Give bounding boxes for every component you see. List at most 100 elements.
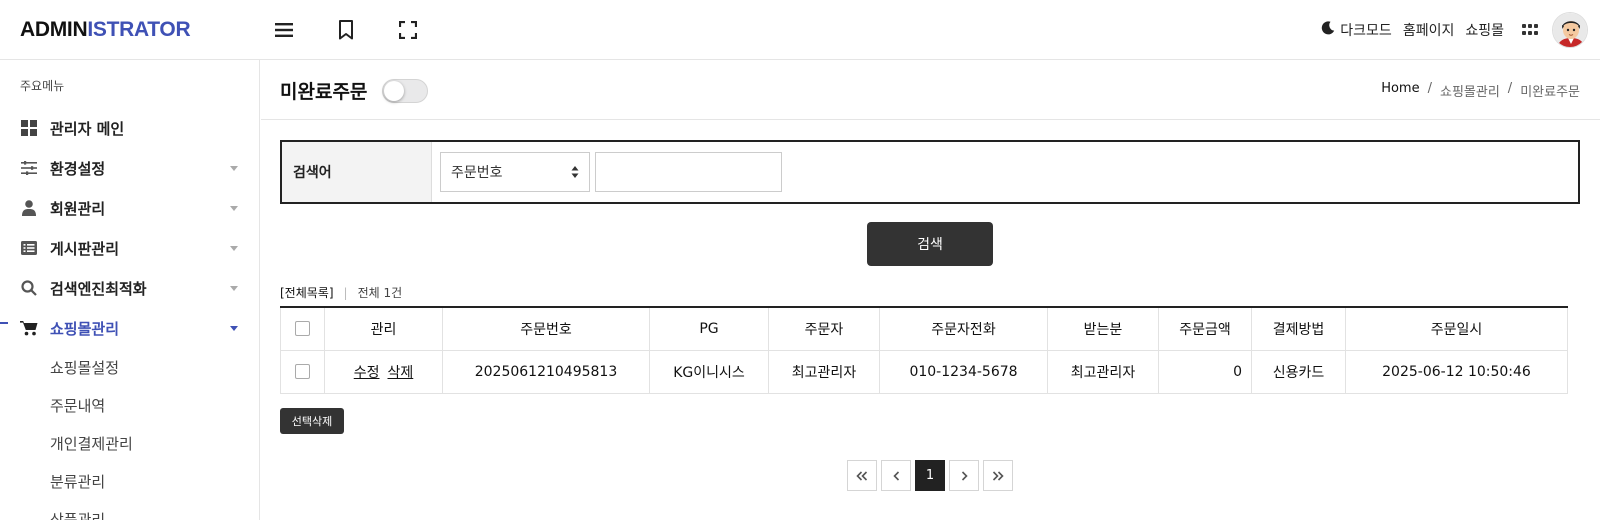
sidebar-item-settings[interactable]: 환경설정 [0, 150, 259, 186]
breadcrumb-shop[interactable]: 쇼핑몰관리 [1440, 81, 1500, 100]
sidebar-item-label: 게시판관리 [50, 239, 120, 258]
caret-down-icon [230, 286, 238, 291]
avatar[interactable] [1552, 12, 1588, 48]
sidebar-title: 주요메뉴 [20, 79, 65, 93]
caret-down-icon [230, 246, 238, 251]
submenu-products[interactable]: 상품관리 [50, 509, 105, 520]
logo-part-admin: ADMIN [20, 18, 88, 41]
submenu-order-history[interactable]: 주문내역 [50, 395, 105, 416]
sidebar-item-label: 관리자 메인 [50, 119, 125, 138]
breadcrumb-current: 미완료주문 [1520, 85, 1580, 100]
pg-cell: KG이니시스 [649, 349, 769, 394]
delete-link[interactable]: 삭제 [388, 365, 414, 381]
sort-arrows-icon [571, 165, 579, 183]
double-chevron-right-icon[interactable] [983, 460, 1013, 491]
list-icon [20, 239, 38, 257]
chevron-left-icon[interactable] [881, 460, 911, 491]
submenu-personal-payment[interactable]: 개인결제관리 [50, 433, 133, 454]
search-form: 검색어 주문번호 [280, 140, 1580, 204]
select-all-cell [280, 306, 325, 351]
breadcrumb-home[interactable]: Home [1381, 81, 1419, 100]
breadcrumb: Home / 쇼핑몰관리 / 미완료주문 [1381, 81, 1580, 100]
double-chevron-left-icon[interactable] [847, 460, 877, 491]
apps-grid-icon[interactable] [1522, 24, 1538, 36]
delete-selected-button[interactable]: 선택삭제 [280, 408, 344, 434]
sidebar-item-board[interactable]: 게시판관리 [0, 230, 259, 266]
logo[interactable]: ADMINISTRATOR [20, 18, 191, 42]
phone-cell: 010-1234-5678 [879, 349, 1048, 394]
table-header-row: 관리 주문번호 PG 주문자 주문자전화 받는분 주문금액 결제방법 주문일시 [280, 306, 1568, 351]
toggle-knob [384, 81, 404, 101]
orderer-cell: 최고관리자 [768, 349, 880, 394]
edit-link[interactable]: 수정 [354, 365, 380, 381]
select-all-checkbox[interactable] [295, 321, 310, 337]
order-number-cell: 2025061210495813 [442, 349, 650, 394]
all-list-link[interactable]: [전체목록] [280, 284, 334, 301]
sidebar-item-shop[interactable]: 쇼핑몰관리 [0, 310, 259, 346]
search-button[interactable]: 검색 [867, 222, 993, 266]
column-header: 주문자 [768, 306, 880, 351]
search-label: 검색어 [282, 142, 432, 202]
search-field-select[interactable]: 주문번호 [440, 152, 590, 192]
moon-icon [1321, 21, 1335, 39]
sidebar-item-label: 회원관리 [50, 199, 106, 218]
top-header: ADMINISTRATOR 다크모드 홈페이지 쇼핑몰 [0, 0, 1600, 60]
user-icon [20, 199, 38, 217]
sidebar-item-admin-main[interactable]: 관리자 메인 [0, 110, 259, 146]
payment-method-cell: 신용카드 [1251, 349, 1346, 394]
column-header: 주문자전화 [879, 306, 1048, 351]
total-count: 전체 1건 [357, 286, 403, 300]
dark-mode-label: 다크모드 [1340, 23, 1392, 39]
main-content: 미완료주문 Home / 쇼핑몰관리 / 미완료주문 검색어 주문번호 검색 [… [261, 60, 1600, 520]
sidebar-item-seo[interactable]: 검색엔진최적화 [0, 270, 259, 306]
pagination: 1 [847, 460, 1017, 491]
breadcrumb-separator: / [1507, 81, 1513, 96]
sidebar: 주요메뉴 관리자 메인 환경설정 회원관리 게시판관리 검색엔진최적화 쇼핑몰관… [0, 60, 260, 520]
column-header: 받는분 [1047, 306, 1159, 351]
bookmark-icon[interactable] [334, 18, 358, 42]
logo-part-istrator: ISTRATOR [87, 18, 191, 41]
sidebar-item-label: 환경설정 [50, 159, 106, 178]
incomplete-order-toggle[interactable] [382, 79, 428, 103]
sidebar-item-label: 쇼핑몰관리 [50, 319, 120, 338]
divider: | [343, 285, 348, 300]
submenu-shop-settings[interactable]: 쇼핑몰설정 [50, 357, 119, 378]
breadcrumb-separator: / [1427, 81, 1432, 96]
column-header: 결제방법 [1251, 306, 1346, 351]
hamburger-icon[interactable] [272, 18, 296, 42]
search-input[interactable] [595, 152, 782, 192]
search-field-value: 주문번호 [451, 165, 503, 181]
sidebar-item-members[interactable]: 회원관리 [0, 190, 259, 226]
homepage-link[interactable]: 홈페이지 [1403, 20, 1455, 40]
search-icon [20, 279, 38, 297]
caret-down-icon [230, 166, 238, 171]
column-header: 주문번호 [442, 306, 650, 351]
caret-down-icon [230, 326, 238, 331]
caret-down-icon [230, 206, 238, 211]
page-header: 미완료주문 Home / 쇼핑몰관리 / 미완료주문 [261, 60, 1600, 120]
page-title: 미완료주문 [280, 81, 368, 103]
cart-icon [20, 319, 38, 337]
dashboard-icon [20, 119, 38, 137]
column-header: 관리 [324, 306, 443, 351]
orders-table: 관리 주문번호 PG 주문자 주문자전화 받는분 주문금액 결제방법 주문일시 … [280, 306, 1568, 394]
column-header: 주문금액 [1158, 306, 1252, 351]
sidebar-item-label: 검색엔진최적화 [50, 279, 147, 298]
manage-cell: 수정 삭제 [324, 349, 443, 394]
shop-link[interactable]: 쇼핑몰 [1465, 20, 1504, 40]
dark-mode-link[interactable]: 다크모드 [1321, 20, 1392, 40]
table-row: 수정 삭제 2025061210495813 KG이니시스 최고관리자 010-1… [280, 349, 1568, 394]
chevron-right-icon[interactable] [949, 460, 979, 491]
order-date-cell: 2025-06-12 10:50:46 [1345, 349, 1568, 394]
submenu-category[interactable]: 분류관리 [50, 471, 105, 492]
list-info: [전체목록] | 전체 1건 [280, 284, 402, 301]
header-right: 다크모드 홈페이지 쇼핑몰 [1310, 10, 1588, 50]
column-header: PG [649, 306, 769, 351]
page-number-current[interactable]: 1 [915, 460, 945, 491]
sliders-icon [20, 159, 38, 177]
fullscreen-icon[interactable] [396, 18, 420, 42]
column-header: 주문일시 [1345, 306, 1568, 351]
amount-cell: 0 [1158, 349, 1252, 394]
receiver-cell: 최고관리자 [1047, 349, 1159, 394]
row-checkbox[interactable] [295, 364, 310, 379]
